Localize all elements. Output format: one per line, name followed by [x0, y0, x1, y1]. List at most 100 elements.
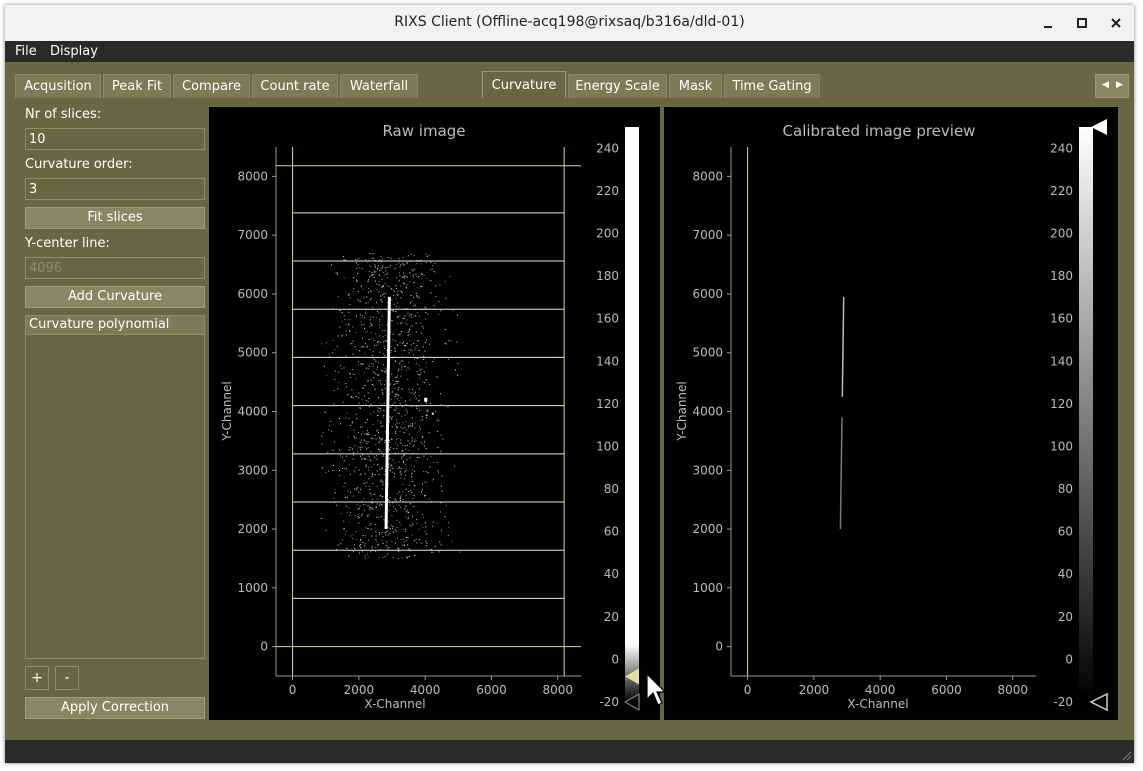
noise-pixel [457, 362, 459, 364]
noise-pixel [397, 344, 399, 346]
noise-pixel [403, 317, 405, 319]
noise-pixel [422, 526, 424, 528]
noise-pixel [394, 350, 396, 352]
menu-display[interactable]: Display [50, 44, 98, 59]
add-item-button[interactable]: + [25, 666, 49, 690]
noise-pixel [378, 450, 380, 452]
slices-input[interactable]: 10 [25, 128, 205, 150]
noise-pixel [411, 389, 413, 391]
tab-mask[interactable]: Mask [669, 74, 722, 98]
tab-acquisition[interactable]: Acqusition [15, 74, 101, 98]
noise-pixel [374, 388, 376, 390]
noise-pixel [436, 461, 438, 463]
noise-pixel [343, 315, 345, 317]
noise-pixel [369, 406, 371, 408]
noise-pixel [437, 470, 439, 472]
order-input[interactable]: 3 [25, 178, 205, 200]
colorbar-tick-label: 160 [596, 312, 619, 326]
noise-pixel [404, 322, 406, 324]
noise-pixel [352, 354, 354, 356]
noise-pixel [383, 341, 385, 343]
noise-pixel [343, 460, 345, 462]
noise-pixel [398, 422, 400, 424]
noise-pixel [415, 346, 417, 348]
noise-pixel [414, 427, 416, 429]
noise-pixel [389, 421, 391, 423]
tab-peak-fit[interactable]: Peak Fit [103, 74, 171, 98]
tab-scroll-left-icon[interactable]: ◀ [1102, 80, 1109, 90]
resize-grip-icon[interactable] [1122, 751, 1132, 761]
noise-pixel [381, 531, 383, 533]
tab-waterfall[interactable]: Waterfall [340, 74, 418, 98]
noise-pixel [405, 516, 407, 518]
tab-count-rate[interactable]: Count rate [252, 74, 338, 98]
noise-pixel [382, 536, 384, 538]
menu-file[interactable]: File [15, 44, 37, 59]
tab-curvature[interactable]: Curvature [482, 71, 566, 98]
minimize-icon[interactable] [1038, 13, 1058, 33]
noise-pixel [433, 305, 435, 307]
noise-pixel [396, 302, 398, 304]
noise-pixel [411, 424, 413, 426]
noise-pixel [345, 455, 347, 457]
curvature-list[interactable]: Curvature polynomial [25, 315, 205, 659]
noise-pixel [406, 343, 408, 345]
noise-pixel [345, 496, 347, 498]
noise-pixel [399, 403, 401, 405]
noise-pixel [436, 420, 438, 422]
tab-scroll-right-icon[interactable]: ▶ [1116, 80, 1123, 90]
add-curvature-button[interactable]: Add Curvature [25, 286, 205, 308]
noise-pixel [360, 543, 362, 545]
noise-pixel [426, 339, 428, 341]
noise-pixel [416, 340, 418, 342]
apply-correction-button[interactable]: Apply Correction [25, 697, 205, 719]
noise-pixel [407, 255, 409, 257]
noise-pixel [398, 368, 400, 370]
calibrated-image-chart[interactable]: Calibrated image preview X-Channel Y-Cha… [664, 107, 1118, 720]
noise-pixel [347, 436, 349, 438]
noise-pixel [394, 432, 396, 434]
noise-pixel [377, 265, 379, 267]
noise-pixel [367, 419, 369, 421]
noise-pixel [356, 262, 358, 264]
noise-pixel [430, 456, 432, 458]
noise-pixel [361, 324, 363, 326]
noise-pixel [391, 299, 393, 301]
noise-pixel [348, 293, 350, 295]
noise-pixel [440, 434, 442, 436]
noise-pixel [332, 352, 334, 354]
noise-pixel [390, 469, 392, 471]
raw-image-chart[interactable]: Raw image X-Channel Y-Channel 0100020003… [209, 107, 660, 720]
calibrated-image-plot[interactable]: Calibrated image preview X-Channel Y-Cha… [664, 107, 1118, 720]
noise-pixel [406, 319, 408, 321]
noise-pixel [355, 378, 357, 380]
noise-pixel [378, 274, 380, 276]
noise-pixel [399, 430, 401, 432]
noise-pixel [367, 447, 369, 449]
noise-pixel [384, 282, 386, 284]
noise-pixel [381, 404, 383, 406]
noise-pixel [367, 302, 369, 304]
noise-pixel [420, 286, 422, 288]
raw-image-plot[interactable]: Raw image X-Channel Y-Channel 0 1000 2000 3… [209, 107, 660, 720]
tab-energy-scale[interactable]: Energy Scale [568, 74, 667, 98]
noise-pixel [380, 410, 382, 412]
noise-pixel [353, 454, 355, 456]
noise-pixel [351, 448, 353, 450]
noise-pixel [406, 262, 408, 264]
noise-pixel [376, 503, 378, 505]
noise-pixel [372, 306, 374, 308]
tab-compare[interactable]: Compare [173, 74, 250, 98]
noise-pixel [377, 340, 379, 342]
noise-pixel [425, 362, 427, 364]
close-icon[interactable] [1106, 13, 1126, 33]
noise-pixel [425, 481, 427, 483]
remove-item-button[interactable]: - [55, 666, 79, 690]
noise-pixel [321, 343, 323, 345]
noise-pixel [440, 485, 442, 487]
tab-time-gating[interactable]: Time Gating [724, 74, 820, 98]
fit-slices-button[interactable]: Fit slices [25, 207, 205, 229]
noise-pixel [371, 475, 373, 477]
noise-pixel [396, 510, 398, 512]
maximize-icon[interactable] [1072, 13, 1092, 33]
